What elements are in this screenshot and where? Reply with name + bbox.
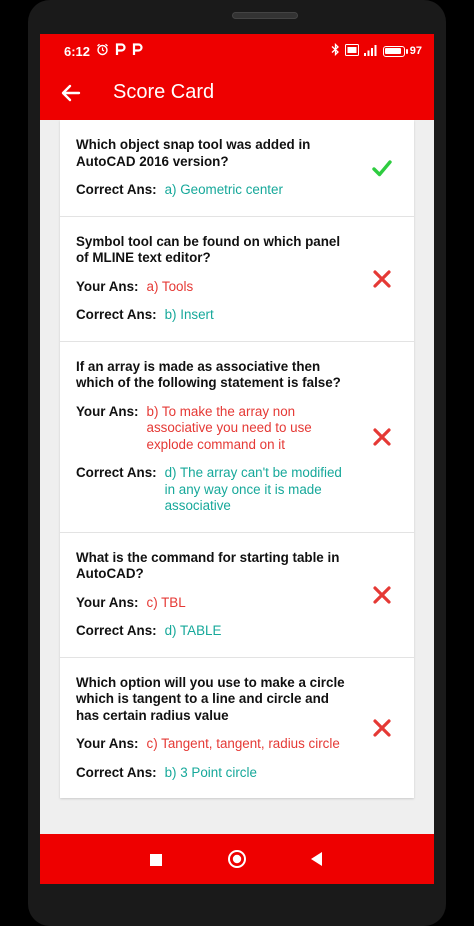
your-answer-label: Your Ans: bbox=[76, 736, 139, 751]
bluetooth-icon bbox=[331, 42, 340, 59]
question-list: Which object snap tool was added in Auto… bbox=[60, 120, 414, 798]
circle-home-icon[interactable] bbox=[227, 849, 247, 874]
your-answer-value: b) To make the array non associative you… bbox=[146, 403, 312, 452]
correct-answer-row: Correct Ans: d) The array can't be modifi… bbox=[76, 465, 354, 515]
cross-icon bbox=[372, 427, 392, 447]
your-answer-row: Your Ans: c) Tangent, tangent, radius cir… bbox=[76, 736, 354, 753]
status-bar: 6:12 97 bbox=[40, 34, 434, 68]
alarm-icon bbox=[96, 43, 109, 59]
correct-answer-row: Correct Ans: a) Geometric center bbox=[76, 182, 354, 199]
question-text: If an array is made as associative then … bbox=[76, 358, 341, 391]
app-p-icon-2 bbox=[132, 43, 143, 59]
arrow-back-icon[interactable] bbox=[58, 80, 84, 106]
your-answer-value: c) TBL bbox=[146, 594, 186, 610]
checkmark-icon bbox=[372, 158, 392, 178]
your-answer-label: Your Ans: bbox=[76, 594, 139, 610]
correct-answer-value: a) Geometric center bbox=[164, 182, 283, 197]
app-bar: Score Card bbox=[40, 68, 434, 120]
cross-icon bbox=[372, 718, 392, 738]
correct-answer-row: Correct Ans: b) 3 Point circle bbox=[76, 765, 354, 782]
correct-answer-value: b) 3 Point circle bbox=[164, 764, 257, 780]
page-title: Score Card bbox=[113, 81, 215, 103]
question-text: Which object snap tool was added in Auto… bbox=[76, 137, 311, 169]
your-answer-label: Your Ans: bbox=[76, 403, 139, 419]
cross-icon bbox=[372, 269, 392, 289]
triangle-back-icon[interactable] bbox=[311, 852, 323, 871]
speaker-grille bbox=[232, 12, 298, 19]
question-item: If an array is made as associative then … bbox=[60, 342, 414, 533]
battery-percent: 97 bbox=[409, 45, 422, 57]
navigation-bar bbox=[40, 834, 434, 884]
question-text: Symbol tool can be found on which panel … bbox=[76, 233, 341, 266]
correct-answer-value: b) Insert bbox=[164, 307, 214, 322]
cross-icon bbox=[372, 585, 392, 605]
status-time: 6:12 bbox=[64, 43, 91, 59]
your-answer-row: Your Ans: a) Tools bbox=[76, 279, 354, 296]
question-text: Which option will you use to make a circ… bbox=[76, 674, 345, 723]
correct-answer-label: Correct Ans: bbox=[76, 764, 157, 780]
your-answer-row: Your Ans: c) TBL bbox=[76, 595, 354, 612]
correct-answer-value: d) TABLE bbox=[164, 623, 222, 638]
your-answer-row: Your Ans: b) To make the array non associ… bbox=[76, 404, 354, 454]
signal-icon bbox=[363, 44, 378, 59]
correct-answer-label: Correct Ans: bbox=[76, 307, 157, 322]
question-text: What is the command for starting table i… bbox=[76, 549, 340, 582]
your-answer-label: Your Ans: bbox=[76, 278, 139, 294]
screen: 6:12 97 Score Card Which object snap too… bbox=[40, 34, 434, 884]
correct-answer-value: d) The array can't be modified in any wa… bbox=[164, 465, 342, 513]
score-card-list[interactable]: Which object snap tool was added in Auto… bbox=[40, 120, 434, 834]
square-icon[interactable] bbox=[150, 853, 162, 871]
question-item: Which option will you use to make a circ… bbox=[60, 658, 414, 799]
correct-answer-row: Correct Ans: b) Insert bbox=[76, 307, 354, 324]
battery-icon bbox=[382, 45, 408, 57]
question-item: Which object snap tool was added in Auto… bbox=[60, 120, 414, 217]
correct-answer-row: Correct Ans: d) TABLE bbox=[76, 623, 354, 640]
your-answer-value: c) Tangent, tangent, radius circle bbox=[146, 736, 340, 751]
correct-answer-label: Correct Ans: bbox=[76, 465, 157, 480]
your-answer-value: a) Tools bbox=[146, 278, 194, 294]
app-p-icon bbox=[115, 43, 126, 59]
volte-icon bbox=[344, 43, 359, 59]
question-item: What is the command for starting table i… bbox=[60, 533, 414, 658]
correct-answer-label: Correct Ans: bbox=[76, 182, 157, 197]
correct-answer-label: Correct Ans: bbox=[76, 623, 157, 638]
question-item: Symbol tool can be found on which panel … bbox=[60, 217, 414, 342]
